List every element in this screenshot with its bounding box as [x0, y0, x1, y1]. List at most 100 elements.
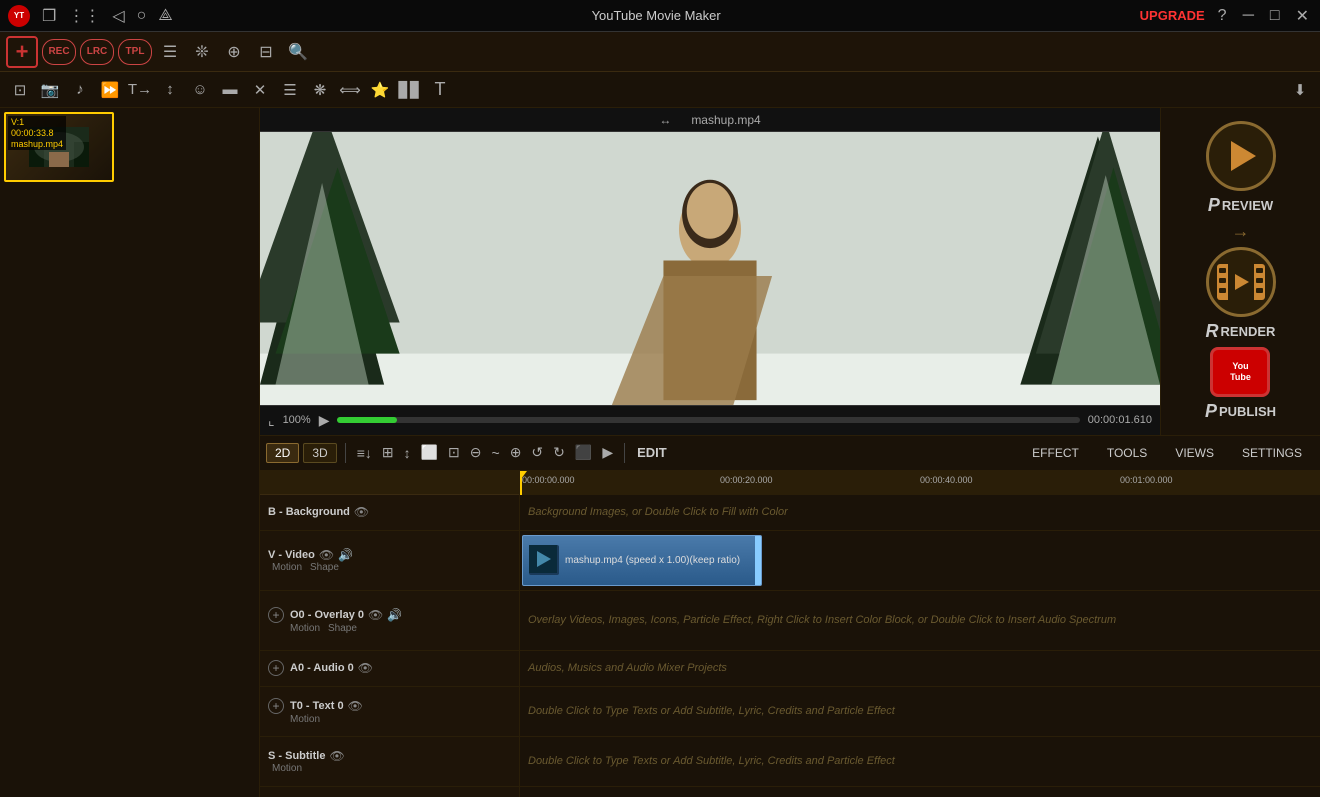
- preview-panel: ↔ mashup.mp4: [260, 108, 1160, 435]
- emoji-icon[interactable]: ☺: [186, 76, 214, 104]
- preview-action[interactable]: PREVIEW: [1206, 121, 1276, 216]
- track-add-overlay[interactable]: +: [268, 607, 284, 623]
- forward-icon[interactable]: ⏩: [96, 76, 124, 104]
- flower-icon[interactable]: ⭐: [366, 76, 394, 104]
- zoom-in-icon[interactable]: ⊕: [507, 444, 525, 461]
- titlebar-icon-3[interactable]: ◁: [112, 6, 124, 26]
- playhead[interactable]: [520, 471, 522, 495]
- swap-icon[interactable]: ⟺: [336, 76, 364, 104]
- tab-settings[interactable]: SETTINGS: [1230, 444, 1314, 462]
- video-clip[interactable]: mashup.mp4 (speed x 1.00)(keep ratio): [522, 535, 762, 586]
- titlebar-left: YT ❐ ⋮⋮ ◁ ○ ⟁: [8, 5, 173, 27]
- clip-end: [755, 536, 761, 585]
- track-content-audio: Audios, Musics and Audio Mixer Projects: [520, 651, 1320, 687]
- track-add-audio[interactable]: +: [268, 660, 284, 676]
- minus-icon[interactable]: ⊟: [252, 38, 280, 66]
- track-label-subtitle: S - Subtitle 👁 Motion: [260, 737, 519, 787]
- media-icon[interactable]: ⊡: [6, 76, 34, 104]
- bars-icon[interactable]: ▊▊: [396, 76, 424, 104]
- toolbar-row2: ⊡ 📷 ♪ ⏩ T→ ↕ ☺ ▬ ✕ ☰ ❋ ⟺ ⭐ ▊▊ T ⬇: [0, 72, 1320, 108]
- photo-icon[interactable]: 📷: [36, 76, 64, 104]
- tab-views[interactable]: VIEWS: [1163, 444, 1226, 462]
- track-content-video: mashup.mp4 (speed x 1.00)(keep ratio): [520, 531, 1320, 591]
- music-icon[interactable]: ♪: [66, 76, 94, 104]
- titlebar-icon-4[interactable]: ○: [137, 7, 147, 25]
- maximize-button[interactable]: □: [1267, 7, 1283, 25]
- track-labels: B - Background 👁 V - Video 👁 🔊 Motion Sh…: [260, 471, 520, 797]
- track-content-overlay: Overlay Videos, Images, Icons, Particle …: [520, 591, 1320, 651]
- list-icon[interactable]: ☰: [276, 76, 304, 104]
- placeholder-subtitle: Double Click to Type Texts or Add Subtit…: [528, 755, 895, 767]
- close-button[interactable]: ✕: [1293, 6, 1312, 26]
- placeholder-audio: Audios, Musics and Audio Mixer Projects: [528, 662, 727, 674]
- text-icon[interactable]: T→: [126, 76, 154, 104]
- grid-icon[interactable]: ⊞: [379, 444, 397, 461]
- resize-icon[interactable]: ↕: [156, 76, 184, 104]
- sort-icon[interactable]: ≡↓: [354, 445, 375, 461]
- minimize-button[interactable]: ─: [1240, 7, 1257, 25]
- titlebar-right: UPGRADE ? ─ □ ✕: [1140, 6, 1312, 26]
- track-name-audio: A0 - Audio 0: [290, 662, 354, 674]
- play-tl-icon[interactable]: ▶: [599, 444, 616, 461]
- big-text-icon[interactable]: T: [426, 76, 454, 104]
- titlebar-icon-5[interactable]: ⟁: [158, 7, 172, 25]
- snowflake-icon[interactable]: ❊: [188, 38, 216, 66]
- undo-icon[interactable]: ↺: [528, 444, 546, 461]
- track-eye-subtitle[interactable]: 👁: [329, 749, 344, 763]
- render-circle: [1206, 247, 1276, 317]
- titlebar-icon-1[interactable]: ❐: [42, 6, 56, 26]
- mode-2d-button[interactable]: 2D: [266, 443, 299, 463]
- youtube-text: YouTube: [1230, 361, 1251, 383]
- clip-icon[interactable]: ⊡: [445, 444, 463, 461]
- app-title: YouTube Movie Maker: [592, 8, 721, 23]
- mode-3d-button[interactable]: 3D: [303, 443, 336, 463]
- publish-action[interactable]: YouTube PPUBLISH: [1205, 347, 1276, 422]
- wave-icon[interactable]: ~: [489, 445, 503, 461]
- track-audio-video[interactable]: 🔊: [338, 548, 353, 562]
- track-eye-audio[interactable]: 👁: [358, 661, 373, 675]
- tpl-button[interactable]: TPL: [118, 39, 152, 65]
- title-bar: YT ❐ ⋮⋮ ◁ ○ ⟁ YouTube Movie Maker UPGRAD…: [0, 0, 1320, 32]
- effect-icon[interactable]: ⊕: [220, 38, 248, 66]
- menu-icon[interactable]: ☰: [156, 38, 184, 66]
- tab-effect[interactable]: EFFECT: [1020, 444, 1091, 462]
- search-icon[interactable]: 🔍: [284, 38, 312, 66]
- track-eye-video[interactable]: 👁: [319, 548, 334, 562]
- redo-icon[interactable]: ↻: [550, 444, 568, 461]
- progress-bar[interactable]: [337, 417, 1079, 423]
- clear-icon[interactable]: ✕: [246, 76, 274, 104]
- zoom-out-icon[interactable]: ⊖: [467, 444, 485, 461]
- publish-label: PPUBLISH: [1205, 401, 1276, 422]
- render-action[interactable]: RRENDER: [1206, 247, 1276, 342]
- ruler-marker-0: 00:00:00.000: [522, 475, 575, 485]
- arrow-icon: →: [1232, 221, 1250, 242]
- download-icon[interactable]: ⬇: [1286, 76, 1314, 104]
- track-name-background: B - Background: [268, 506, 350, 518]
- upgrade-button[interactable]: UPGRADE: [1140, 8, 1205, 23]
- stop-icon[interactable]: ⬛: [572, 444, 595, 461]
- rec-button[interactable]: REC: [42, 39, 76, 65]
- progress-fill: [337, 417, 396, 423]
- edit-label: EDIT: [637, 445, 667, 460]
- titlebar-icon-2[interactable]: ⋮⋮: [68, 6, 100, 26]
- add-button[interactable]: +: [6, 36, 38, 68]
- track-eye-text[interactable]: 👁: [348, 699, 363, 713]
- height-icon[interactable]: ↕: [401, 445, 414, 461]
- tab-tools[interactable]: TOOLS: [1095, 444, 1159, 462]
- bar-icon[interactable]: ▬: [216, 76, 244, 104]
- track-eye-overlay[interactable]: 👁: [368, 608, 383, 622]
- ruler-marker-2: 00:00:40.000: [920, 475, 973, 485]
- snow-scene: [260, 132, 1160, 405]
- lrc-button[interactable]: LRC: [80, 39, 114, 65]
- track-add-text[interactable]: +: [268, 698, 284, 714]
- help-button[interactable]: ?: [1215, 7, 1230, 25]
- play-button[interactable]: ▶: [319, 412, 330, 429]
- square-icon[interactable]: ⬜: [418, 444, 441, 461]
- media-item-video[interactable]: V:1 00:00:33.8 mashup.mp4: [4, 112, 114, 182]
- star-icon[interactable]: ❋: [306, 76, 334, 104]
- track-name-subtitle: S - Subtitle: [268, 750, 325, 762]
- track-eye-background[interactable]: 👁: [354, 505, 369, 519]
- track-name-video: V - Video: [268, 549, 315, 561]
- preview-corner-icon: ⌞: [268, 412, 275, 429]
- track-audio-overlay[interactable]: 🔊: [387, 608, 402, 622]
